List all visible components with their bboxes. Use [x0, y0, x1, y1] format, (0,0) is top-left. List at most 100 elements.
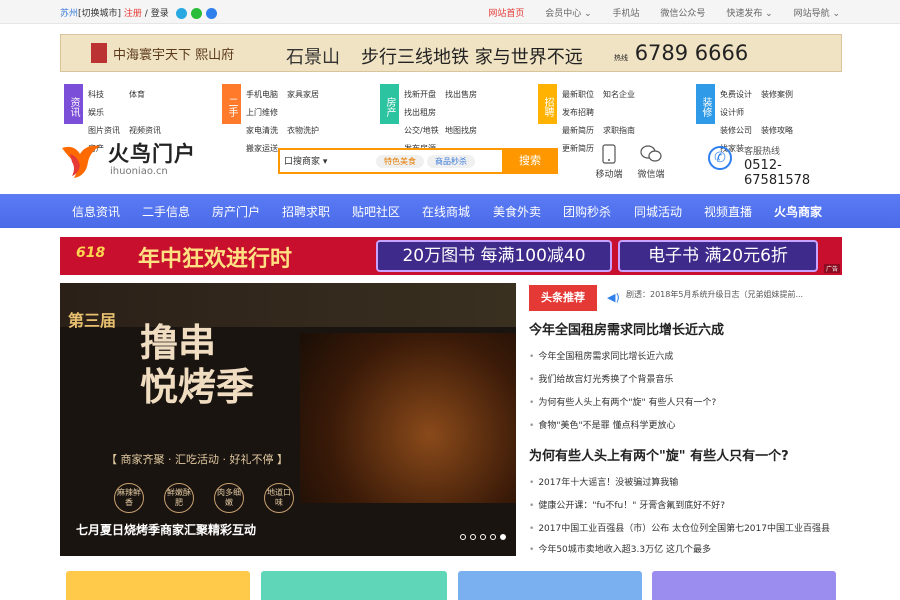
category-link[interactable]: 找新开盘	[404, 86, 445, 104]
banner-food-image	[300, 333, 516, 503]
search-type-select[interactable]: 口搜商家 ▾	[284, 154, 327, 167]
category-tag[interactable]: 二手	[222, 84, 241, 124]
category-link[interactable]: 体育	[129, 86, 170, 104]
city-label[interactable]: 苏州	[60, 9, 78, 19]
site-header: 火鸟门户 ihuoniao.cn 口搜商家 ▾ 特色美食 商品秒杀 搜索 移动端 …	[60, 136, 842, 188]
news-item[interactable]: 今年50城市卖地收入超3.3万亿 这几个最多	[529, 542, 842, 555]
category-tag[interactable]: 招聘	[538, 84, 557, 124]
mobile-entry[interactable]: 移动端	[592, 144, 626, 180]
nav-item[interactable]: 在线商城	[422, 203, 470, 220]
news-item[interactable]: 健康公开课："fu不fu！" 牙膏含氟到底好不好?	[529, 498, 842, 511]
hotline-label: 客服热线	[744, 147, 781, 157]
mobile-label: 移动端	[595, 170, 623, 180]
category-link[interactable]: 科技	[88, 86, 129, 104]
nav-item[interactable]: 房产门户	[212, 203, 260, 220]
main-nav: 信息资讯 二手信息 房产门户 招聘求职 贴吧社区 在线商城 美食外卖 团购秒杀 …	[0, 194, 900, 228]
wechat-icon	[640, 145, 662, 162]
category-link[interactable]: 找出租房	[404, 104, 445, 122]
site-logo-domain: ihuoniao.cn	[110, 166, 168, 177]
feature-card[interactable]	[261, 571, 447, 600]
category-tag[interactable]: 房产	[380, 84, 399, 124]
speaker-icon: ◀)	[607, 291, 620, 304]
carousel-dot-active[interactable]	[500, 534, 506, 540]
banner-badge: 麻辣鲜香	[114, 483, 144, 513]
news-item[interactable]: 今年全国租房需求同比增长近六成	[529, 349, 842, 362]
category-link[interactable]: 找出售房	[445, 86, 486, 104]
top-ad-banner[interactable]: 中海寰宇天下 熙山府 石景山 步行三线地铁 家与世界不远 热线 6789 666…	[60, 34, 842, 72]
wechat-account-link[interactable]: 微信公众号	[660, 9, 705, 19]
headline-news: 头条推荐 ◀) 剧透：2018年5月系统升级日志（兄弟姐妹提前... 今年全国租…	[529, 283, 842, 556]
hotline-number: 0512-67581578	[744, 158, 811, 188]
feature-card[interactable]	[652, 571, 836, 600]
category-link[interactable]: 发布招聘	[562, 104, 603, 122]
carousel-dot[interactable]	[470, 534, 476, 540]
nav-item[interactable]: 信息资讯	[72, 203, 120, 220]
wechat-icon[interactable]	[190, 8, 202, 19]
quick-publish-link[interactable]: 快速发布 ⌄	[726, 9, 772, 19]
category-house: 房产 找新开盘找出售房找出租房公交/地铁地图找房发布房源	[376, 84, 526, 153]
ad-618-tag: 618	[76, 245, 106, 261]
category-tag[interactable]: 资讯	[64, 84, 83, 124]
category-link[interactable]: 免费设计	[720, 86, 761, 104]
category-link[interactable]: 装修案例	[761, 86, 802, 104]
firebird-logo-icon[interactable]	[60, 140, 102, 180]
nav-item-merchant[interactable]: 火鸟商家	[774, 203, 822, 220]
news-item[interactable]: 为何有些人头上有两个"旋" 有些人只有一个?	[529, 395, 842, 408]
category-link[interactable]: 家具家居	[287, 86, 328, 104]
register-link[interactable]: 注册	[124, 9, 142, 19]
news-item[interactable]: 2017年十大谣言！没被骗过算我输	[529, 475, 842, 488]
qq-icon[interactable]	[175, 8, 187, 19]
news-ticker[interactable]: 剧透：2018年5月系统升级日志（兄弟姐妹提前...	[626, 289, 842, 300]
news-headline[interactable]: 为何有些人头上有两个"旋" 有些人只有一个?	[529, 445, 842, 464]
member-center-link[interactable]: 会员中心 ⌄	[545, 9, 591, 19]
category-link[interactable]: 知名企业	[603, 86, 644, 104]
wechat-entry[interactable]: 微信端	[634, 144, 668, 180]
carousel-dot[interactable]	[490, 534, 496, 540]
nav-item[interactable]: 视频直播	[704, 203, 752, 220]
feature-card[interactable]	[458, 571, 642, 600]
ad-label: 广告	[823, 264, 840, 273]
category-tag[interactable]: 装修	[696, 84, 715, 124]
news-item[interactable]: 我们给故宫灯光秀换了个背景音乐	[529, 372, 842, 385]
news-headline[interactable]: 今年全国租房需求同比增长近六成	[529, 319, 842, 338]
search-pill-flash[interactable]: 商品秒杀	[427, 155, 475, 168]
nav-item[interactable]: 二手信息	[142, 203, 190, 220]
site-nav-link[interactable]: 网站导航 ⌄	[794, 9, 840, 19]
switch-city-link[interactable]: [切换城市]	[78, 9, 121, 19]
banner-badge: 肉多细嫩	[214, 483, 244, 513]
search-pill-food[interactable]: 特色美食	[376, 155, 424, 168]
news-item[interactable]: 食物"美色"不是罪 懂点科学更放心	[529, 418, 842, 431]
search-button[interactable]: 搜索	[502, 148, 558, 174]
login-link[interactable]: 登录	[151, 9, 169, 19]
carousel-dot[interactable]	[480, 534, 486, 540]
news-item[interactable]: 2017中国工业百强县（市）公布 太仓位列全国第七2017中国工业百强县	[529, 521, 842, 534]
top-bar-left: 苏州[切换城市] 注册 / 登录	[60, 6, 217, 19]
category-link[interactable]: 娱乐	[88, 104, 129, 122]
banner-caption: 七月夏日烧烤季商家汇聚精彩互动	[76, 523, 257, 537]
ad-books-offer: 20万图书 每满100减40	[376, 240, 612, 272]
category-link[interactable]: 手机电脑	[246, 86, 287, 104]
nav-item[interactable]: 美食外卖	[493, 203, 541, 220]
feature-card[interactable]	[66, 571, 250, 600]
nav-item[interactable]: 同城活动	[634, 203, 682, 220]
mobile-site-link[interactable]: 手机站	[613, 9, 640, 19]
banner-top-strip	[60, 283, 516, 327]
alipay-icon[interactable]	[205, 8, 217, 19]
dropdown-icon: ▾	[322, 157, 328, 167]
site-logo-text[interactable]: 火鸟门户	[108, 138, 196, 168]
nav-item[interactable]: 团购秒杀	[563, 203, 611, 220]
category-decoration: 装修 免费设计 装修案例设计师 装修公司 装修攻略找家装	[692, 84, 842, 153]
category-link[interactable]: 设计师	[720, 104, 761, 122]
category-jobs: 招聘 最新职位 知名企业发布招聘 最新简历 求职指南更新简历	[534, 84, 684, 153]
phone-icon	[602, 144, 616, 164]
carousel-banner[interactable]: 第三届 撸串 悦烤季 【 商家齐聚 · 汇吃活动 · 好礼不停 】 麻辣鲜香 鲜嫩…	[60, 283, 516, 556]
category-link[interactable]: 最新职位	[562, 86, 603, 104]
category-link[interactable]: 上门维修	[246, 104, 287, 122]
mid-ad-banner[interactable]: 618 年中狂欢进行时 20万图书 每满100减40 电子书 满20元6折 广告	[60, 237, 842, 275]
carousel-dot[interactable]	[460, 534, 466, 540]
ad-phone: 热线 6789 6666	[614, 41, 749, 65]
separator: /	[141, 9, 151, 19]
nav-item[interactable]: 招聘求职	[282, 203, 330, 220]
home-link[interactable]: 网站首页	[488, 9, 524, 19]
nav-item[interactable]: 贴吧社区	[352, 203, 400, 220]
